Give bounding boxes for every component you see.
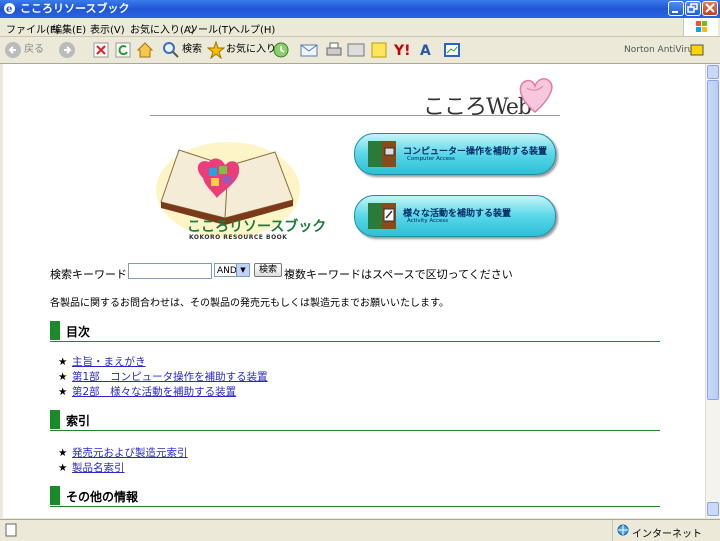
edit-icon[interactable] [347,41,365,59]
activity-access-button[interactable]: 様々な活動を補助する装置 Activity Access [354,195,556,237]
link-preface[interactable]: 主旨・まえがき [72,356,146,368]
search-submit-button[interactable]: 検索 [254,263,282,277]
svg-text:Y!: Y! [393,43,411,59]
minimize-button[interactable] [668,1,684,16]
search-button-label[interactable]: 検索 [182,41,202,59]
menu-help[interactable]: ヘルプ(H) [230,21,275,36]
svg-text:e: e [6,4,12,15]
link-part2[interactable]: 第2部 様々な活動を補助する装置 [72,386,236,398]
section-index: 索引 [50,410,660,431]
door-activity-icon [368,203,396,229]
history-icon[interactable] [272,41,290,59]
activity-access-sub: Activity Access [407,218,449,224]
search-hint: 複数キーワードはスペースで区切ってください [284,268,513,281]
list-item: ★ 第2部 様々な活動を補助する装置 [58,384,268,399]
list-item: ★ 第1部 コンピュータ操作を補助する装置 [58,369,268,384]
ie-icon: e [4,3,15,15]
section-marker [50,410,60,429]
scroll-down-button[interactable] [707,502,719,516]
contents-list: ★ 主旨・まえがき ★ 第1部 コンピュータ操作を補助する装置 ★ 第2部 様々な活動… [58,354,268,399]
list-item: ★ 主旨・まえがき [58,354,268,369]
book-subtitle: KOKORO RESOURCE BOOK [189,234,288,241]
restore-button[interactable] [685,1,701,16]
star-bullet-icon: ★ [58,462,68,474]
computer-access-button[interactable]: コンピューター操作を補助する装置 Computer Access [354,133,556,175]
favorites-button-label[interactable]: お気に入り [226,41,276,59]
title-bar: e こころリソースブック [0,0,720,18]
star-bullet-icon: ★ [58,371,68,383]
note-icon[interactable] [370,41,388,59]
home-icon[interactable] [136,41,154,59]
search-mode-select[interactable]: AND ▼ [214,263,250,277]
menu-edit[interactable]: 編集(E) [52,21,86,36]
section-title: 索引 [66,414,91,428]
translate-icon[interactable]: A [418,41,436,59]
status-bar: インターネット [0,519,720,541]
norton-label[interactable]: Norton AntiVirus [624,41,698,59]
section-title: その他の情報 [66,490,139,504]
section-marker [50,486,60,505]
yahoo-icon[interactable]: Y! [393,41,411,59]
menu-view[interactable]: 表示(V) [90,21,125,36]
index-list: ★ 発売元および製造元索引 ★ 製品名索引 [58,445,188,475]
globe-icon [617,524,629,536]
windows-flag-icon [696,21,707,32]
close-icon [705,3,715,13]
close-button[interactable] [702,1,718,16]
header-divider [150,115,560,116]
page-icon [5,523,17,537]
scroll-up-button[interactable] [707,65,719,79]
link-part1[interactable]: 第1部 コンピュータ操作を補助する装置 [72,371,268,383]
window-icon[interactable] [443,41,461,59]
window-title: こころリソースブック [20,2,130,15]
star-bullet-icon: ★ [58,386,68,398]
restore-icon [687,3,698,13]
page-content: こころWeb こころリソースブック KOKORO RESOURCE BOOK コ… [3,64,705,518]
minimize-icon [672,11,678,13]
back-arrow-icon[interactable] [4,41,22,59]
book-title: こころリソースブック [187,219,327,235]
favorites-star-icon[interactable] [207,41,225,59]
norton-icon[interactable] [688,41,706,59]
search-input[interactable] [128,263,212,279]
section-contents: 目次 [50,321,660,342]
search-label: 検索キーワード: [50,268,131,281]
status-zone-label: インターネット [632,529,702,540]
door-computer-icon [368,141,396,167]
chevron-down-icon[interactable]: ▼ [236,264,249,276]
section-marker [50,321,60,340]
mail-icon[interactable] [300,41,318,59]
search-icon[interactable] [162,41,180,59]
vertical-scrollbar[interactable] [705,64,720,518]
link-product-index[interactable]: 製品名索引 [72,462,125,474]
section-title: 目次 [66,325,91,339]
windows-logo [683,18,718,36]
back-button-label[interactable]: 戻る [24,41,44,59]
heart-logo-icon [519,78,553,113]
computer-access-sub: Computer Access [407,156,455,162]
menu-tools[interactable]: ツール(T) [188,21,232,36]
status-zone-divider [612,520,613,541]
stop-icon[interactable] [92,41,110,59]
star-bullet-icon: ★ [58,356,68,368]
list-item: ★ 発売元および製造元索引 [58,445,188,460]
star-bullet-icon: ★ [58,447,68,459]
toolbar: 戻る 検索 お気に入り Y! A Norton AntiVirus [0,37,720,64]
search-mode-value: AND [217,266,237,276]
list-item: ★ 製品名索引 [58,460,188,475]
link-maker-index[interactable]: 発売元および製造元索引 [72,447,188,459]
svg-text:A: A [420,43,431,59]
menu-favorites[interactable]: お気に入り(A) [130,21,195,36]
refresh-icon[interactable] [114,41,132,59]
section-other-info: その他の情報 [50,486,660,507]
scroll-thumb[interactable] [707,80,719,400]
print-icon[interactable] [325,41,343,59]
notice-text: 各製品に関するお問合わせは、その製品の発売元もしくは製造元までお願いいたします。 [50,298,449,309]
menu-bar: ファイル(F) 編集(E) 表示(V) お気に入り(A) ツール(T) ヘルプ(… [0,18,720,37]
forward-arrow-icon[interactable] [58,41,76,59]
